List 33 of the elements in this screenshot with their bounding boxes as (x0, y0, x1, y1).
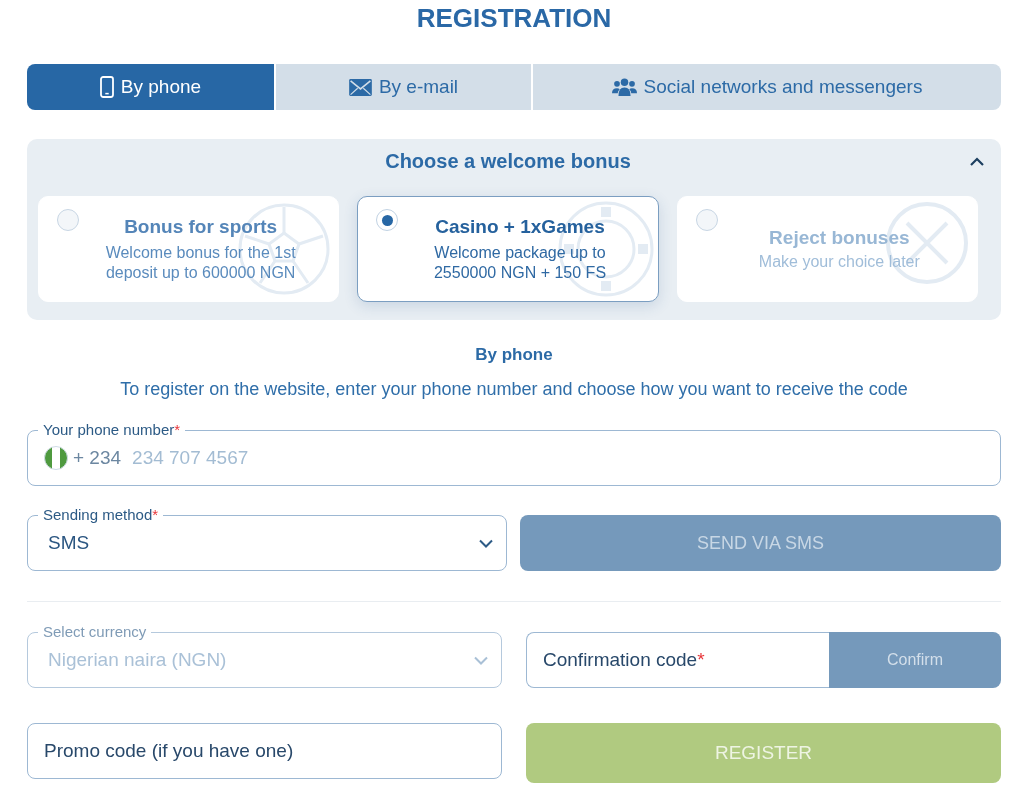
field-label: Select currency (38, 623, 152, 641)
radio-button[interactable] (695, 209, 718, 231)
bonus-description: Make your choice later (757, 252, 921, 272)
bonus-title: Bonus for sports (123, 215, 279, 239)
bonus-panel-title: Choose a welcome bonus (385, 149, 631, 173)
field-label: Your phone number* (38, 421, 186, 439)
sending-method-select[interactable]: Sending method* SMS (27, 506, 507, 571)
chevron-down-icon (474, 655, 488, 665)
bonus-option-card[interactable]: Bonus for sports Welcome bonus for the 1st deposit up to 600000 NGN (38, 196, 340, 302)
tab[interactable]: Social networks and messengers (533, 64, 1001, 110)
chevron-up-icon[interactable] (970, 156, 984, 166)
instructions-text: To register on the website, enter your phone number and choose how you want to receive the code (119, 378, 909, 401)
bonus-title: Casino + 1xGames (434, 215, 606, 239)
bonus-description: Welcome bonus for the 1st deposit up to 600000 NGN (104, 243, 297, 283)
bonus-description: Welcome package up to 2550000 NGN + 150 FS (432, 243, 608, 283)
mobile-phone-icon (99, 76, 114, 98)
phone-number-field[interactable]: Your phone number* + 234 234 707 4567 (27, 421, 1001, 486)
promo-code-field[interactable]: Promo code (if you have one) (27, 723, 502, 779)
tab[interactable]: By e-mail (276, 64, 531, 110)
radio-button[interactable] (376, 209, 399, 231)
bonus-title: Reject bonuses (768, 226, 911, 250)
section-heading: By phone (474, 344, 554, 366)
flag-icon (44, 446, 68, 470)
phone-number-input[interactable]: 234 707 4567 (132, 443, 985, 473)
bonus-option-card[interactable]: Casino + 1xGames Welcome package up to 2550000 NGN + 150 FS (357, 196, 659, 302)
field-label: Sending method* (38, 506, 164, 524)
radio-button[interactable] (57, 209, 79, 231)
country-code: + 234 (73, 447, 122, 469)
tab[interactable]: By phone (27, 64, 274, 110)
page-title: REGISTRATION (415, 2, 613, 35)
chevron-down-icon (479, 538, 493, 548)
envelope-icon (348, 78, 372, 96)
users-icon (611, 78, 637, 96)
